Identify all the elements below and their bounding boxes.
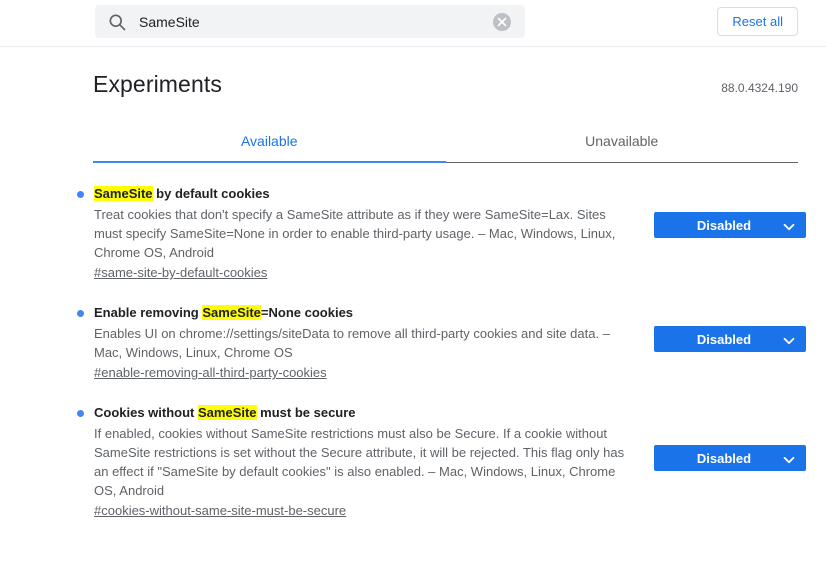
experiment-control: Disabled bbox=[654, 404, 806, 471]
search-match-highlight: SameSite bbox=[94, 186, 153, 201]
experiment-state-select-wrap[interactable]: Disabled bbox=[654, 445, 806, 471]
experiment-permalink[interactable]: #enable-removing-all-third-party-cookies bbox=[94, 365, 327, 380]
experiment-title: Cookies without SameSite must be secure bbox=[94, 404, 654, 421]
experiment-details: Enable removing SameSite=None cookies En… bbox=[77, 304, 654, 382]
experiment-title-prefix: Cookies without bbox=[94, 405, 198, 420]
status-dot-icon bbox=[77, 191, 84, 198]
experiment-description: Enables UI on chrome://settings/siteData… bbox=[94, 326, 610, 360]
search-input[interactable] bbox=[139, 13, 493, 30]
tab-available[interactable]: Available bbox=[93, 121, 446, 163]
search-box[interactable] bbox=[95, 5, 525, 38]
experiment-details: SameSite by default cookies Treat cookie… bbox=[77, 185, 654, 282]
top-toolbar: Reset all bbox=[0, 0, 826, 47]
experiment-title: SameSite by default cookies bbox=[94, 185, 654, 202]
search-match-highlight: SameSite bbox=[198, 405, 257, 420]
experiment-title: Enable removing SameSite=None cookies bbox=[94, 304, 654, 321]
tab-bar: Available Unavailable bbox=[93, 121, 798, 163]
page-title: Experiments bbox=[93, 71, 222, 97]
experiment-state-select-wrap[interactable]: Disabled bbox=[654, 326, 806, 352]
status-dot-icon bbox=[77, 410, 84, 417]
experiment-state-select-wrap[interactable]: Disabled bbox=[654, 212, 806, 238]
experiment-permalink[interactable]: #cookies-without-same-site-must-be-secur… bbox=[94, 503, 346, 518]
version-label: 88.0.4324.190 bbox=[721, 81, 798, 95]
experiment-state-select[interactable]: Disabled bbox=[654, 445, 806, 471]
experiment-title-suffix: must be secure bbox=[256, 405, 356, 420]
page-header: Experiments 88.0.4324.190 bbox=[93, 47, 798, 98]
experiment-state-select[interactable]: Disabled bbox=[654, 326, 806, 352]
experiment-title-suffix: by default cookies bbox=[152, 186, 270, 201]
experiment-control: Disabled bbox=[654, 185, 806, 238]
clear-search-icon[interactable] bbox=[493, 12, 511, 31]
experiment-description: Treat cookies that don't specify a SameS… bbox=[94, 207, 616, 260]
experiment-control: Disabled bbox=[654, 304, 806, 352]
search-match-highlight: SameSite bbox=[202, 305, 261, 320]
experiment-description: If enabled, cookies without SameSite res… bbox=[94, 426, 625, 498]
experiments-list: SameSite by default cookies Treat cookie… bbox=[77, 163, 806, 520]
experiment-details: Cookies without SameSite must be secure … bbox=[77, 404, 654, 520]
search-icon bbox=[107, 12, 127, 32]
experiment-row: SameSite by default cookies Treat cookie… bbox=[77, 163, 806, 282]
status-dot-icon bbox=[77, 310, 84, 317]
tab-unavailable[interactable]: Unavailable bbox=[446, 121, 799, 162]
reset-all-button[interactable]: Reset all bbox=[717, 7, 798, 36]
experiment-row: Enable removing SameSite=None cookies En… bbox=[77, 282, 806, 382]
experiment-title-prefix: Enable removing bbox=[94, 305, 203, 320]
experiments-page: Experiments 88.0.4324.190 Available Unav… bbox=[0, 47, 826, 520]
experiment-state-select[interactable]: Disabled bbox=[654, 212, 806, 238]
experiment-title-suffix: =None cookies bbox=[260, 305, 354, 320]
experiment-permalink[interactable]: #same-site-by-default-cookies bbox=[94, 265, 267, 280]
experiment-row: Cookies without SameSite must be secure … bbox=[77, 382, 806, 520]
